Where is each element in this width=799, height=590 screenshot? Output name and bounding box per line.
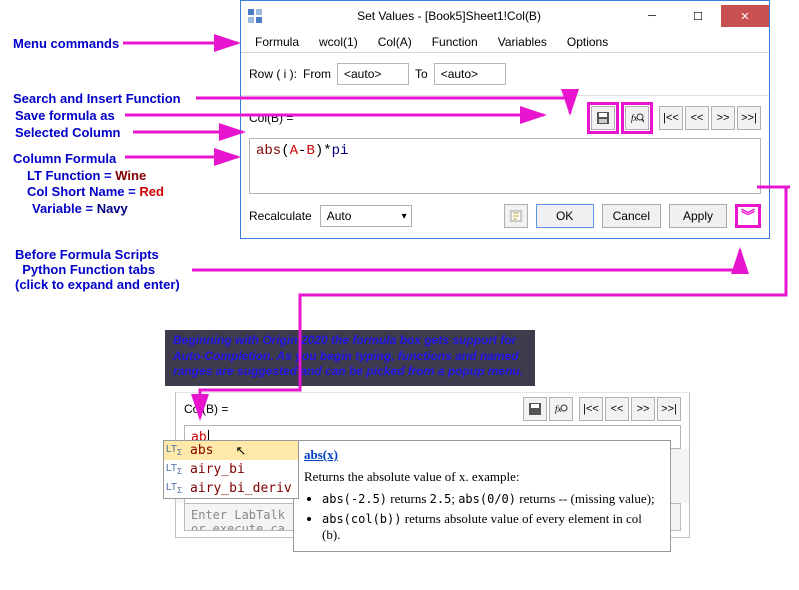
annot-scripts: Before Formula Scripts Python Function t… [15,247,180,292]
selected-column-label: Col(B) = [249,111,293,125]
menu-formula[interactable]: Formula [245,33,309,51]
blurb-text: Beginning with Origin 2020 the formula b… [165,330,535,386]
row-range-area: Row ( i ): From <auto> To <auto> [241,53,769,96]
row-label: Row ( i ): [249,67,297,81]
row-from-input[interactable]: <auto> [337,63,409,85]
cancel-button[interactable]: Cancel [602,204,661,228]
formula-input[interactable]: abs(A-B)*pi [249,138,761,194]
svg-text:fx: fx [631,113,638,123]
save-formula-button[interactable] [591,106,615,130]
suggestion-airy-bi-deriv[interactable]: LTΣ airy_bi_deriv [164,479,298,498]
svg-text:fx: fx [555,404,562,414]
recalc-select[interactable]: Auto ▾ [320,205,412,227]
row-to-input[interactable]: <auto> [434,63,506,85]
menu-function[interactable]: Function [422,33,488,51]
fn-icon: LTΣ [166,482,186,495]
annot-selcol: Selected Column [15,125,120,140]
menubar: Formula wcol(1) Col(A) Function Variable… [241,31,769,53]
lw-save-button[interactable] [523,397,547,421]
annot-save: Save formula as [15,108,115,123]
script-icon-button[interactable] [504,204,528,228]
ok-button[interactable]: OK [536,204,594,228]
lw-nav-next[interactable]: >> [631,397,655,421]
save-formula-highlight [587,102,619,134]
menu-options[interactable]: Options [557,33,618,51]
minimize-button[interactable]: ─ [629,5,675,27]
function-tooltip: abs(x) Returns the absolute value of x. … [293,440,671,552]
fn-icon: LTΣ [166,444,186,457]
fn-icon: LTΣ [166,463,186,476]
set-values-dialog: Set Values - [Book5]Sheet1!Col(B) ─ ☐ ✕ … [240,0,770,239]
annot-short: Col Short Name = Red [27,184,164,199]
apply-button[interactable]: Apply [669,204,727,228]
nav-first-button[interactable]: |<< [659,106,683,130]
search-function-button[interactable]: fx [625,106,649,130]
recalc-label: Recalculate [249,209,312,223]
app-icon [241,1,269,31]
annot-search: Search and Insert Function [13,91,181,106]
lw-selcol: Col(B) = [184,402,228,416]
lw-nav-prev[interactable]: << [605,397,629,421]
nav-next-button[interactable]: >> [711,106,735,130]
annot-lt: LT Function = Wine [27,168,146,183]
tooltip-desc: Returns the absolute value of x. example… [304,469,660,485]
tooltip-head: abs(x) [304,447,660,463]
close-button[interactable]: ✕ [721,5,769,27]
tooltip-bullet-1: abs(-2.5) returns 2.5; abs(0/0) returns … [322,491,660,507]
nav-last-button[interactable]: >>| [737,106,761,130]
suggestion-abs[interactable]: LTΣ abs ↖ [164,441,298,460]
annot-var: Variable = Navy [32,201,128,216]
cursor-icon: ↖ [235,443,246,459]
titlebar[interactable]: Set Values - [Book5]Sheet1!Col(B) ─ ☐ ✕ [241,1,769,31]
autocomplete-popup: LTΣ abs ↖ LTΣ airy_bi LTΣ airy_bi_deriv [163,440,299,499]
expand-scripts-button[interactable]: ︾ [735,204,761,228]
menu-wcol1[interactable]: wcol(1) [309,33,368,51]
from-label: From [303,67,331,81]
search-function-highlight: fx [621,102,653,134]
annot-menu: Menu commands [13,36,119,51]
to-label: To [415,67,428,81]
menu-variables[interactable]: Variables [488,33,557,51]
menu-colA[interactable]: Col(A) [368,33,422,51]
lw-nav-first[interactable]: |<< [579,397,603,421]
lw-nav-last[interactable]: >>| [657,397,681,421]
annot-colformula: Column Formula [13,151,116,166]
nav-prev-button[interactable]: << [685,106,709,130]
lw-search-button[interactable]: fx [549,397,573,421]
suggestion-airy-bi[interactable]: LTΣ airy_bi [164,460,298,479]
maximize-button[interactable]: ☐ [675,5,721,27]
chevron-down-icon: ▾ [402,211,407,222]
tooltip-bullet-2: abs(col(b)) returns absolute value of ev… [322,511,660,543]
window-title: Set Values - [Book5]Sheet1!Col(B) [269,9,629,23]
